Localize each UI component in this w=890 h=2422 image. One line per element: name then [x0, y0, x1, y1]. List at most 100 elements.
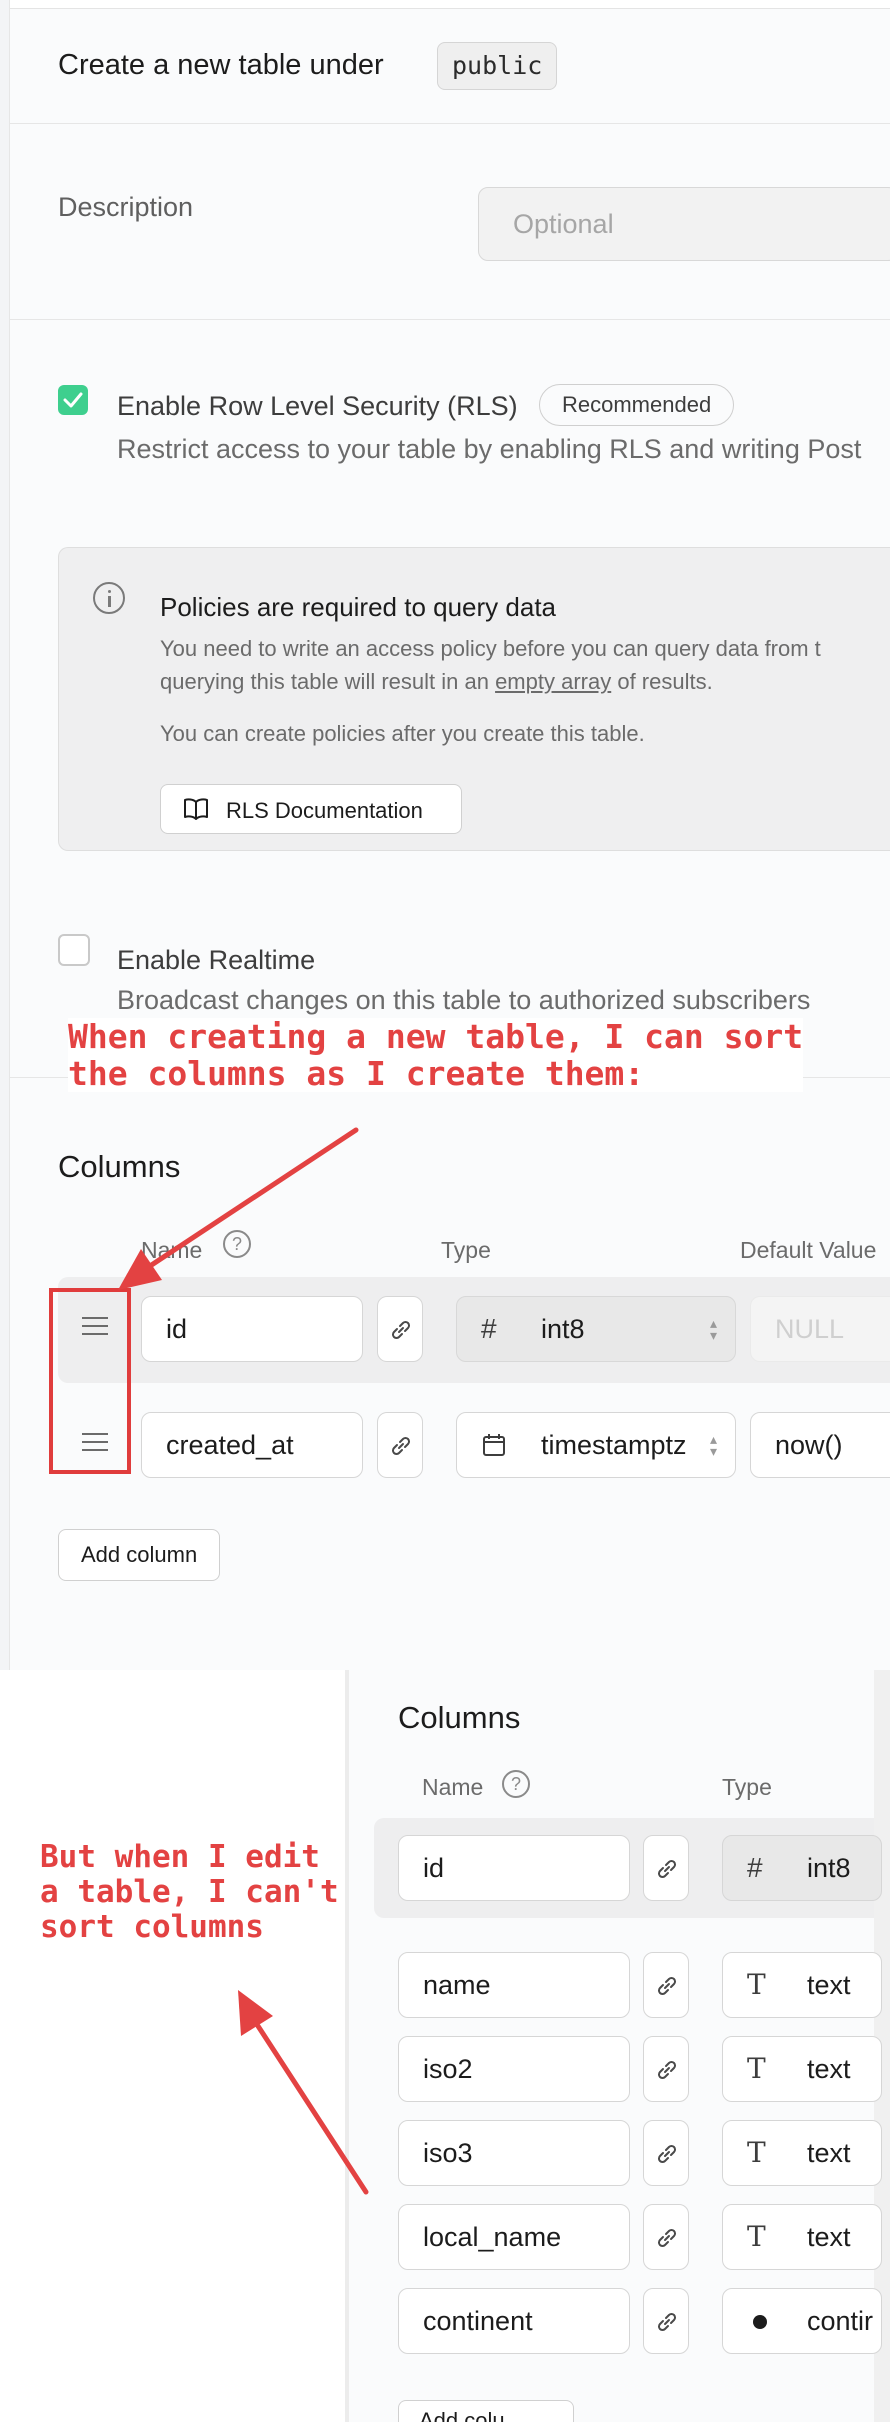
panel-header: Create a new table under public — [10, 9, 890, 124]
rls-checkbox[interactable] — [58, 385, 88, 415]
column-type-label: text — [807, 2054, 851, 2084]
create-table-panel: Create a new table under public Descript… — [0, 0, 890, 1670]
annotation-callout-bottom: But when I edit a table, I can't sort colu… — [40, 1840, 339, 1945]
edit-column-name-input[interactable]: id — [398, 1835, 630, 1901]
column-type-label: text — [807, 2222, 851, 2252]
column-header-name: Name — [141, 1237, 203, 1263]
text-type-icon: T — [747, 1968, 766, 2001]
link-icon — [657, 2312, 677, 2332]
edit-add-column-button[interactable]: Add colu — [398, 2400, 574, 2422]
edit-column-type-select[interactable]: Ttext — [722, 1952, 882, 2018]
link-icon — [657, 1976, 677, 1996]
description-row: Description Optional — [10, 124, 890, 320]
realtime-description: Broadcast changes on this table to autho… — [117, 985, 811, 1015]
column-type-select[interactable]: # int8 ▴ ▾ — [456, 1296, 736, 1362]
edit-column-name-input[interactable]: local_name — [398, 2204, 630, 2270]
notice-line-2-start: querying this table will result in an — [160, 669, 496, 694]
callout-top-line-1: When creating a new table, I can sort — [68, 1017, 804, 1056]
column-type-label: timestamptz — [541, 1430, 687, 1460]
edit-column-type-select[interactable]: contir — [722, 2288, 882, 2354]
foreign-key-button[interactable] — [643, 2204, 689, 2270]
text-type-icon: T — [747, 2136, 766, 2169]
realtime-checkbox[interactable] — [58, 934, 90, 966]
column-name-input[interactable]: created_at — [141, 1412, 363, 1478]
info-icon — [93, 582, 125, 614]
edit-column-name-input[interactable]: continent — [398, 2288, 630, 2354]
callout-bottom-line-2: a table, I can't — [40, 1874, 339, 1910]
description-label: Description — [58, 192, 194, 222]
column-type-label: int8 — [541, 1314, 585, 1344]
background-gutter — [0, 0, 10, 1670]
notice-title: Policies are required to query data — [160, 592, 557, 622]
callout-bottom-line-3: sort columns — [40, 1909, 264, 1945]
default-value-input[interactable]: now() — [750, 1412, 890, 1478]
foreign-key-button[interactable] — [377, 1412, 423, 1478]
edit-column-header-type: Type — [722, 1774, 772, 1800]
rls-label: Enable Row Level Security (RLS) — [117, 391, 518, 421]
rls-documentation-button[interactable]: RLS Documentation — [160, 784, 462, 834]
text-type-icon: T — [747, 2220, 766, 2253]
edit-column-type-select[interactable]: Ttext — [722, 2036, 882, 2102]
notice-line-2-end: of results. — [611, 669, 713, 694]
edit-column-type-select[interactable]: Ttext — [722, 2204, 882, 2270]
notice-note: You can create policies after you create… — [160, 721, 645, 746]
column-type-select[interactable]: timestamptz ▴ ▾ — [456, 1412, 736, 1478]
create-table-form: Create a new table under public Descript… — [10, 8, 890, 1670]
policy-notice: Policies are required to query data You … — [58, 547, 890, 851]
edit-column-type-select[interactable]: Ttext — [722, 2120, 882, 2186]
link-icon — [391, 1436, 411, 1456]
check-icon — [63, 392, 83, 408]
notice-line-2: querying this table will result in an em… — [160, 665, 821, 698]
foreign-key-button[interactable] — [643, 2036, 689, 2102]
foreign-key-button[interactable] — [643, 1952, 689, 2018]
link-icon — [657, 2060, 677, 2080]
panel-title: Create a new table under — [58, 49, 384, 81]
column-type-label: text — [807, 1970, 851, 2000]
link-icon — [657, 1859, 677, 1879]
columns-title: Columns — [58, 1149, 181, 1184]
chevron-updown-icon: ▴ ▾ — [709, 1315, 717, 1343]
recommended-badge: Recommended — [539, 384, 735, 426]
help-icon[interactable]: ? — [223, 1230, 251, 1258]
callout-bottom-line-1: But when I edit — [40, 1839, 320, 1875]
dot-icon — [753, 2315, 767, 2329]
foreign-key-button[interactable] — [643, 2120, 689, 2186]
column-header-default: Default Value — [740, 1237, 877, 1263]
notice-body: You need to write an access policy befor… — [160, 632, 821, 698]
edit-column-name-input[interactable]: name — [398, 1952, 630, 2018]
edit-columns-title: Columns — [398, 1700, 521, 1735]
chevron-updown-icon: ▴ ▾ — [709, 1431, 717, 1459]
column-name-input[interactable]: id — [141, 1296, 363, 1362]
rls-description: Restrict access to your table by enablin… — [117, 434, 862, 464]
annotation-highlight-box — [49, 1288, 131, 1474]
calendar-icon — [481, 1413, 507, 1477]
schema-badge: public — [437, 42, 558, 90]
link-icon — [657, 2228, 677, 2248]
edit-column-name-input[interactable]: iso2 — [398, 2036, 630, 2102]
realtime-label: Enable Realtime — [117, 945, 316, 975]
hash-icon: # — [481, 1313, 497, 1344]
annotation-callout-top: When creating a new table, I can sort the… — [68, 1017, 804, 1093]
edit-column-name-input[interactable]: iso3 — [398, 2120, 630, 2186]
foreign-key-button[interactable] — [643, 1835, 689, 1901]
edit-column-type-select[interactable]: # int8 — [722, 1835, 882, 1901]
hash-icon: # — [747, 1852, 763, 1883]
foreign-key-button[interactable] — [643, 2288, 689, 2354]
foreign-key-button[interactable] — [377, 1296, 423, 1362]
column-type-label: int8 — [807, 1853, 851, 1883]
edit-column-header-name: Name — [422, 1774, 484, 1800]
notice-line-1: You need to write an access policy befor… — [160, 636, 821, 661]
description-input[interactable]: Optional — [478, 187, 890, 261]
link-icon — [657, 2144, 677, 2164]
default-value-input[interactable]: NULL — [750, 1296, 890, 1362]
column-type-label: text — [807, 2138, 851, 2168]
empty-array-link[interactable]: empty array — [495, 669, 611, 694]
help-icon[interactable]: ? — [502, 1770, 530, 1798]
callout-top-line-2: the columns as I create them: — [68, 1054, 645, 1093]
add-column-button[interactable]: Add column — [58, 1529, 221, 1581]
book-icon — [184, 798, 208, 820]
rls-documentation-label: RLS Documentation — [226, 798, 423, 823]
text-type-icon: T — [747, 2052, 766, 2085]
column-type-label: contir — [807, 2306, 874, 2336]
link-icon — [391, 1320, 411, 1340]
